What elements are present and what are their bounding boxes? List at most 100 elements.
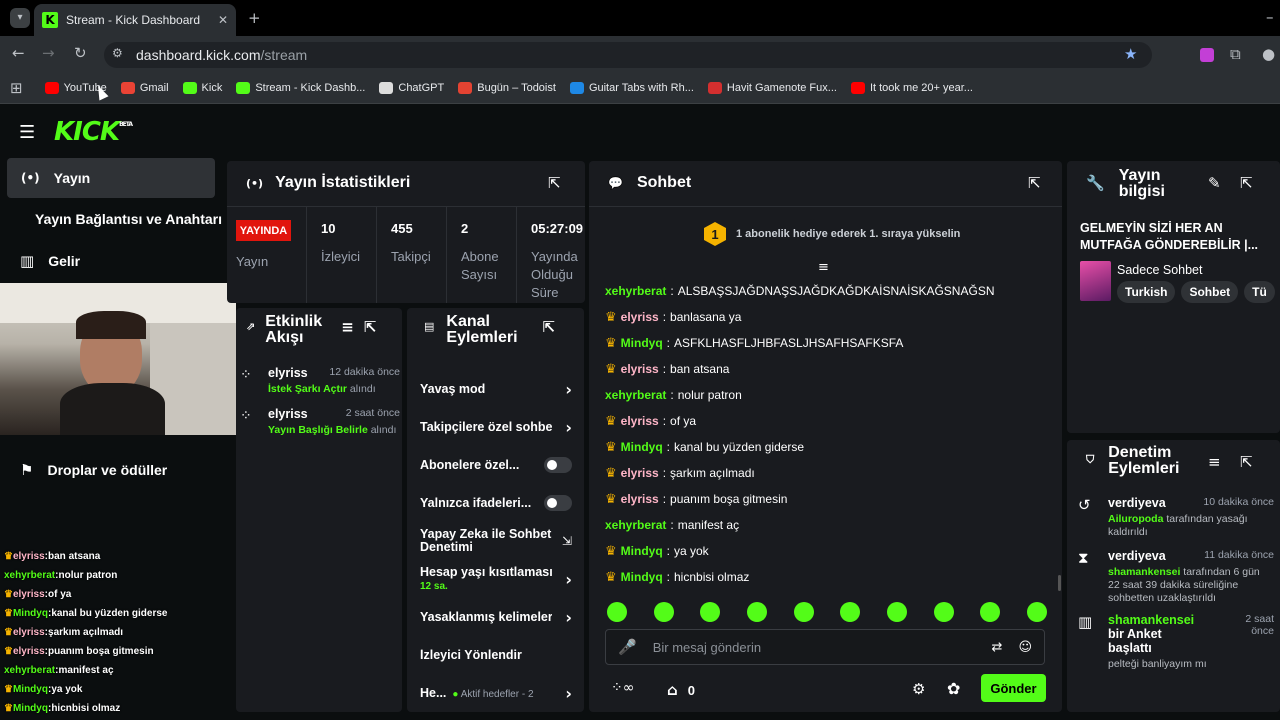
reload-icon[interactable]: ↻ — [74, 44, 87, 62]
emote-icon[interactable] — [607, 602, 627, 622]
pinned-toggle-icon[interactable]: ≡ — [818, 260, 829, 275]
popout-icon[interactable]: ⇱ — [548, 174, 561, 192]
chat-message[interactable]: xehyrberat: nolur patron — [605, 382, 1045, 408]
translate-icon[interactable]: ⇄ — [992, 640, 1003, 655]
profile-icon[interactable]: ● — [1262, 45, 1275, 63]
sidebar-item-yayin[interactable]: (•) Yayın — [7, 158, 215, 198]
external-link-icon[interactable]: ⇲ — [562, 534, 572, 548]
leaderboard-promo[interactable]: 1 1 abonelik hediye ederek 1. sıraya yük… — [704, 222, 960, 246]
channel-action-item[interactable]: He... ● Aktif hedefler - 2 › — [420, 674, 572, 712]
channel-action-item[interactable]: Yavaş mod › — [420, 370, 572, 408]
channel-action-item[interactable]: Yalnızca ifadeleri... — [420, 484, 572, 522]
emote-icon[interactable] — [1026, 602, 1047, 622]
chat-username[interactable]: Mindyq — [621, 336, 663, 350]
chevron-right-icon[interactable]: › — [565, 570, 572, 589]
microphone-icon[interactable]: 🎤 — [618, 638, 637, 656]
sidebar-item-stream-key[interactable]: Yayın Bağlantısı ve Anahtarı — [35, 211, 222, 227]
back-icon[interactable]: ← — [12, 44, 25, 62]
chat-scrollbar[interactable] — [1058, 575, 1061, 591]
popout-icon[interactable]: ⇱ — [1028, 174, 1041, 192]
chat-message[interactable]: ♛ elyriss: ban atsana — [605, 356, 1045, 382]
chat-message[interactable]: ♛ Mindyq: ya yok — [605, 538, 1045, 564]
mod-item[interactable]: ↺ verdiyeva 10 dakika önce Ailuropoda taraf… — [1078, 496, 1274, 539]
kick-bot-icon[interactable]: ✿ — [947, 679, 960, 698]
chat-message[interactable]: ♛ Mindyq: hicnbisi olmaz — [605, 564, 1045, 590]
tag-chip[interactable]: Sohbet — [1181, 281, 1239, 303]
toggle-switch[interactable] — [543, 495, 572, 511]
bookmark-item[interactable]: Havit Gamenote Fux... — [707, 81, 837, 94]
bookmark-item[interactable]: ChatGPT — [379, 81, 444, 94]
chevron-right-icon[interactable]: › — [565, 608, 572, 627]
emote-icon[interactable] — [933, 602, 954, 622]
channel-action-item[interactable]: İzleyici Yönlendir — [420, 636, 572, 674]
extensions-puzzle-icon[interactable]: ⧉ — [1230, 45, 1241, 63]
tab-list-icon[interactable]: ▾ — [10, 8, 30, 28]
sidebar-item-drops[interactable]: ⚑ Droplar ve ödüller — [20, 461, 167, 479]
emoji-icon[interactable]: ☺ — [1018, 640, 1032, 655]
chat-message[interactable]: ♛ elyriss: puanım boşa gitmesin — [605, 486, 1045, 512]
chat-message[interactable]: ♛ elyriss: şarkım açılmadı — [605, 460, 1045, 486]
hamburger-menu-icon[interactable]: ☰ — [19, 122, 35, 143]
chat-username[interactable]: elyriss — [621, 362, 659, 376]
forward-icon[interactable]: → — [42, 44, 55, 62]
chat-username[interactable]: elyriss — [621, 492, 659, 506]
filter-icon[interactable]: ≡ — [1208, 453, 1221, 471]
chat-username[interactable]: xehyrberat — [605, 388, 666, 402]
toggle-switch[interactable] — [543, 457, 572, 473]
extension-icon[interactable] — [1200, 48, 1214, 62]
channel-action-item[interactable]: Abonelere özel... — [420, 446, 572, 484]
chevron-right-icon[interactable]: › — [565, 684, 572, 703]
popout-icon[interactable]: ⇱ — [1240, 453, 1253, 471]
chat-username[interactable]: xehyrberat — [605, 284, 666, 298]
mod-item[interactable]: ▥ shamankensei bir Anket başlattı 2 saat ö… — [1078, 613, 1274, 671]
minimize-icon[interactable]: – — [1266, 8, 1274, 26]
emote-icon[interactable] — [980, 602, 1001, 622]
chat-message[interactable]: xehyrberat: ALSBAŞSJAĞDNAŞSJAĞDKAĞDKAİSNA… — [605, 278, 1045, 304]
close-tab-icon[interactable]: ✕ — [218, 13, 228, 27]
emote-icon[interactable] — [746, 602, 767, 622]
bookmark-item[interactable]: Kick — [182, 81, 222, 94]
chat-message[interactable]: xehyrberat: manifest aç — [605, 512, 1045, 538]
bookmark-item[interactable]: Stream - Kick Dashb... — [236, 81, 365, 94]
tab-active[interactable]: K Stream - Kick Dashboard ✕ — [34, 4, 236, 36]
chat-username[interactable]: elyriss — [621, 414, 659, 428]
activity-item[interactable]: ⁘ elyriss 2 saat önce Yayın Başlığı Belirle… — [240, 407, 400, 436]
bookmark-item[interactable]: It took me 20+ year... — [850, 81, 973, 94]
edit-pencil-icon[interactable]: ✎ — [1208, 174, 1221, 192]
chevron-right-icon[interactable]: › — [565, 380, 572, 399]
chat-message[interactable]: ♛ elyriss: of ya — [605, 408, 1045, 434]
chat-username[interactable]: Mindyq — [621, 440, 663, 454]
bookmark-item[interactable]: Guitar Tabs with Rh... — [569, 81, 694, 94]
tag-chip[interactable]: Turkish — [1117, 281, 1176, 303]
apps-grid-icon[interactable]: ⊞ — [10, 79, 23, 97]
filter-icon[interactable]: ≡ — [341, 318, 354, 336]
bookmark-item[interactable]: Gmail — [120, 81, 169, 94]
channel-action-item[interactable]: Hesap yaşı kısıtlaması 12 sa. › — [420, 560, 572, 598]
channel-action-item[interactable]: Yasaklanmış kelimeler › — [420, 598, 572, 636]
activity-item[interactable]: ⁘ elyriss 12 dakika önce İstek Şarkı Açtır … — [240, 366, 400, 395]
sidebar-item-gelir[interactable]: ▥ Gelir — [20, 252, 80, 270]
popout-icon[interactable]: ⇱ — [364, 318, 377, 336]
chat-username[interactable]: xehyrberat — [605, 518, 666, 532]
send-button[interactable]: Gönder — [981, 674, 1046, 702]
emote-icon[interactable] — [700, 602, 721, 622]
chat-username[interactable]: elyriss — [621, 466, 659, 480]
chat-message[interactable]: ♛ elyriss: banlasana ya — [605, 304, 1045, 330]
chat-username[interactable]: elyriss — [621, 310, 659, 324]
chat-message[interactable]: ♛ Mindyq: ASFKLHASFLJHBFASLJHSAFHSAFKSFA — [605, 330, 1045, 356]
chevron-right-icon[interactable]: › — [565, 418, 572, 437]
emote-icon[interactable] — [886, 602, 907, 622]
new-tab-icon[interactable]: + — [248, 9, 261, 27]
popout-icon[interactable]: ⇱ — [1240, 174, 1253, 192]
emote-icon[interactable] — [840, 602, 861, 622]
points-display[interactable]: ⌂ 0 — [667, 681, 695, 699]
emote-icon[interactable] — [793, 602, 814, 622]
channel-action-item[interactable]: Yapay Zeka ile Sohbet Denetimi ⇲ — [420, 522, 572, 560]
site-info-icon[interactable]: ⚙ — [112, 46, 123, 60]
chat-message[interactable]: ♛ Mindyq: kanal bu yüzden giderse — [605, 434, 1045, 460]
address-bar[interactable]: dashboard.kick.com/stream — [104, 42, 1152, 68]
settings-gear-icon[interactable]: ⚙ — [912, 680, 925, 698]
tag-chip[interactable]: Tü — [1244, 281, 1275, 303]
bookmark-star-icon[interactable]: ★ — [1124, 45, 1137, 63]
channel-action-item[interactable]: Takipçilere özel sohbe › — [420, 408, 572, 446]
